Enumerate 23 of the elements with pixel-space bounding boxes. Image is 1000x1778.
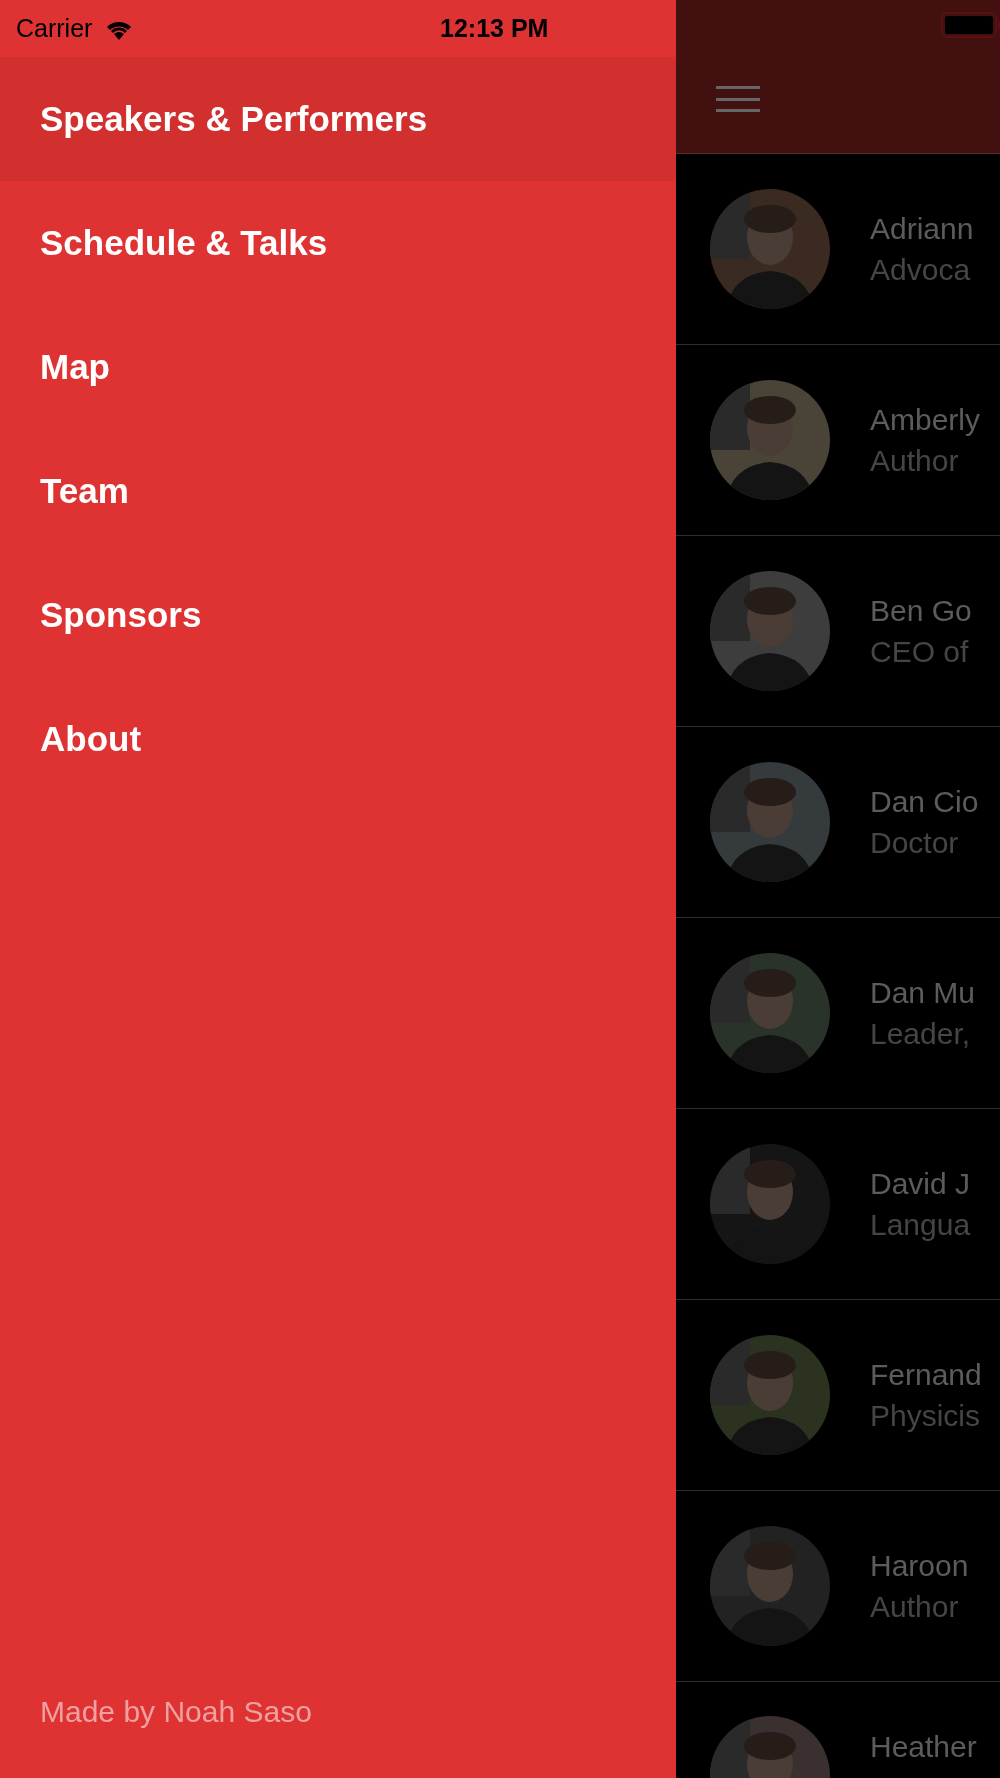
menu-item[interactable]: Speakers & Performers (0, 57, 676, 181)
speaker-role: Author (870, 1589, 960, 1625)
speaker-name: Dan Mu (870, 974, 976, 1011)
speaker-role: Author (870, 443, 960, 479)
speaker-name: David J (870, 1165, 971, 1202)
speaker-name: Ben Go (870, 592, 972, 629)
speaker-name: Dan Cio (870, 783, 979, 820)
menu-button[interactable] (716, 84, 760, 114)
speaker-role: Advoca (870, 252, 972, 288)
clock-time: 12:13 PM (440, 12, 549, 44)
speaker-role: Doctor (870, 825, 960, 861)
speaker-name: Heather (870, 1729, 977, 1765)
speaker-name: Fernand (870, 1356, 982, 1393)
speaker-role: Physicis (870, 1398, 982, 1434)
carrier-label: Carrier (16, 12, 93, 44)
credit-text: Made by Noah Saso (40, 1695, 312, 1728)
speaker-role: CEO of (870, 634, 970, 670)
speaker-role: Langua (870, 1207, 971, 1243)
speaker-name: Adriann (870, 210, 974, 247)
battery-icon (941, 12, 1000, 38)
speaker-role: Leader, (870, 1016, 972, 1052)
speaker-name: Haroon (870, 1547, 969, 1584)
speaker-name: Amberly (870, 401, 981, 438)
